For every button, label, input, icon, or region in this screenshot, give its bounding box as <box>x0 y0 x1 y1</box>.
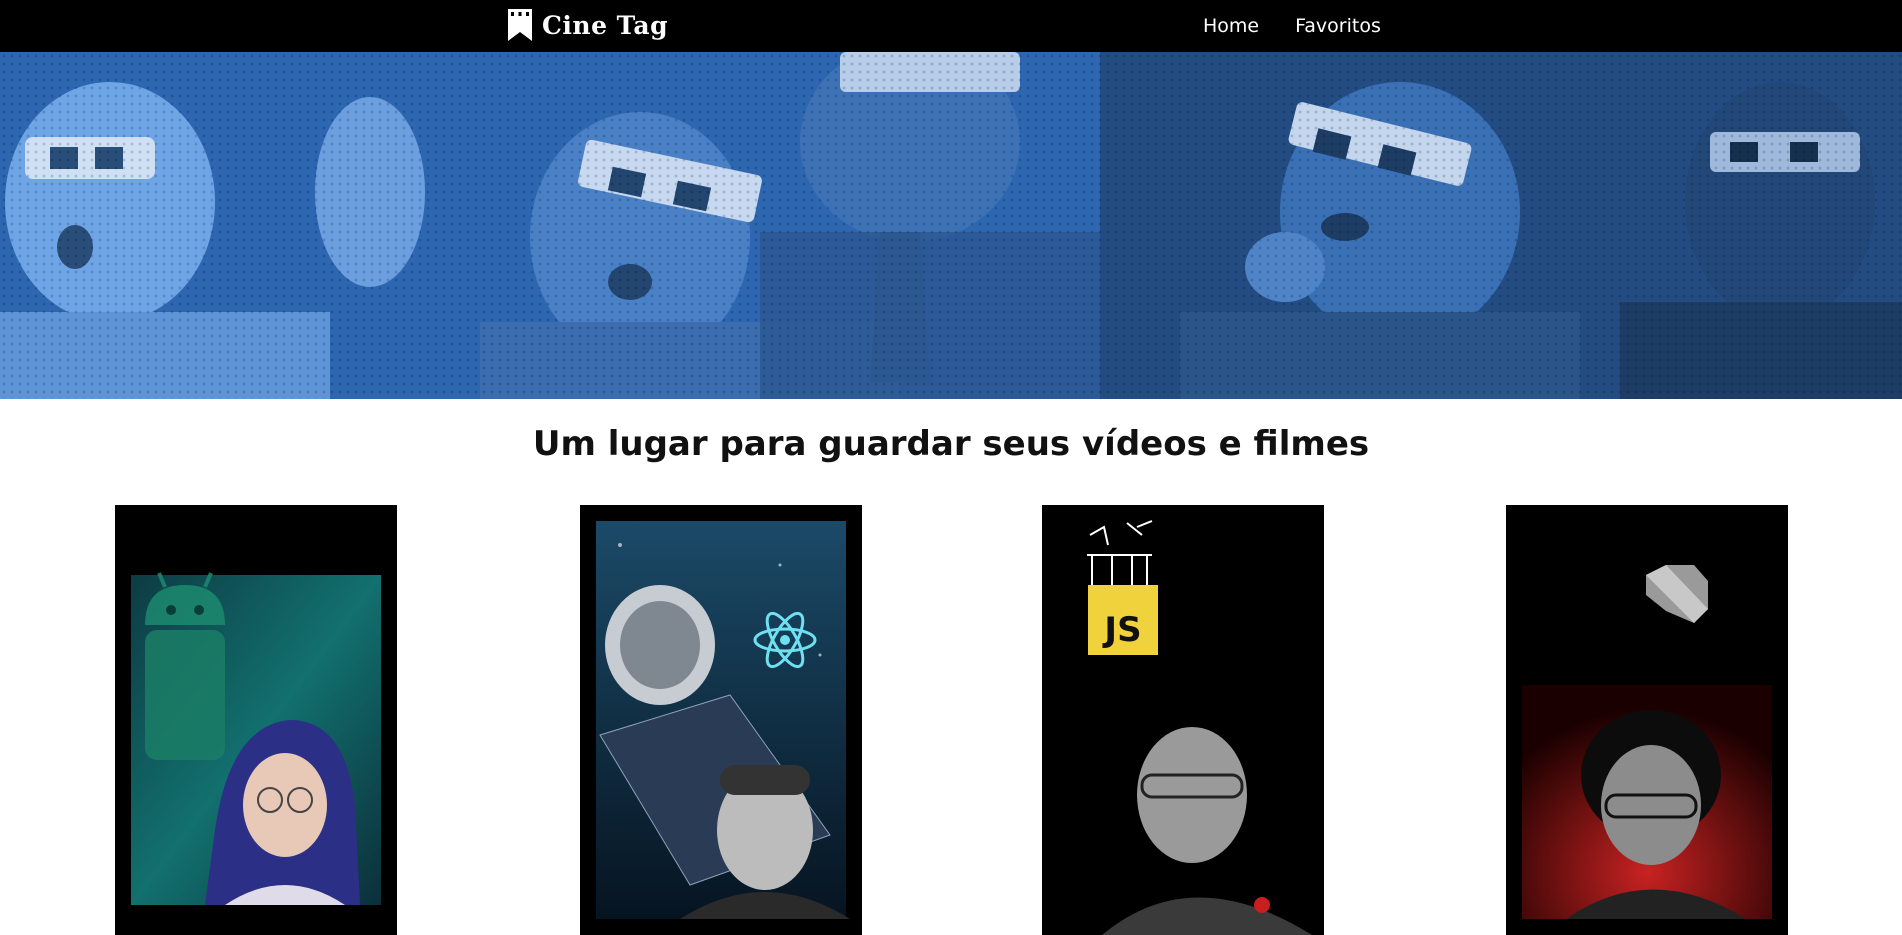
banner-image <box>0 52 1902 399</box>
top-header: Cine Tag Home Favoritos <box>0 0 1902 52</box>
react-course-thumbnail <box>596 521 850 919</box>
video-card[interactable] <box>580 505 862 935</box>
main-nav: Home Favoritos <box>1203 0 1381 52</box>
hero-banner <box>0 52 1902 399</box>
logo[interactable]: Cine Tag <box>508 6 668 44</box>
android-icon <box>145 572 225 760</box>
nav-favoritos-link[interactable]: Favoritos <box>1295 15 1381 37</box>
video-card[interactable] <box>1506 505 1788 935</box>
nav-home-link[interactable]: Home <box>1203 15 1259 37</box>
android-course-thumbnail <box>131 572 381 905</box>
dart-course-thumbnail <box>1522 521 1772 919</box>
video-card[interactable]: JS <box>1042 505 1324 935</box>
js-badge-text: JS <box>1102 610 1141 650</box>
javascript-course-thumbnail: JS <box>1042 505 1324 935</box>
page-title: Um lugar para guardar seus vídeos e film… <box>532 424 1370 464</box>
bookmark-icon <box>508 9 532 41</box>
logo-text: Cine Tag <box>542 10 669 40</box>
video-card[interactable] <box>115 505 397 935</box>
